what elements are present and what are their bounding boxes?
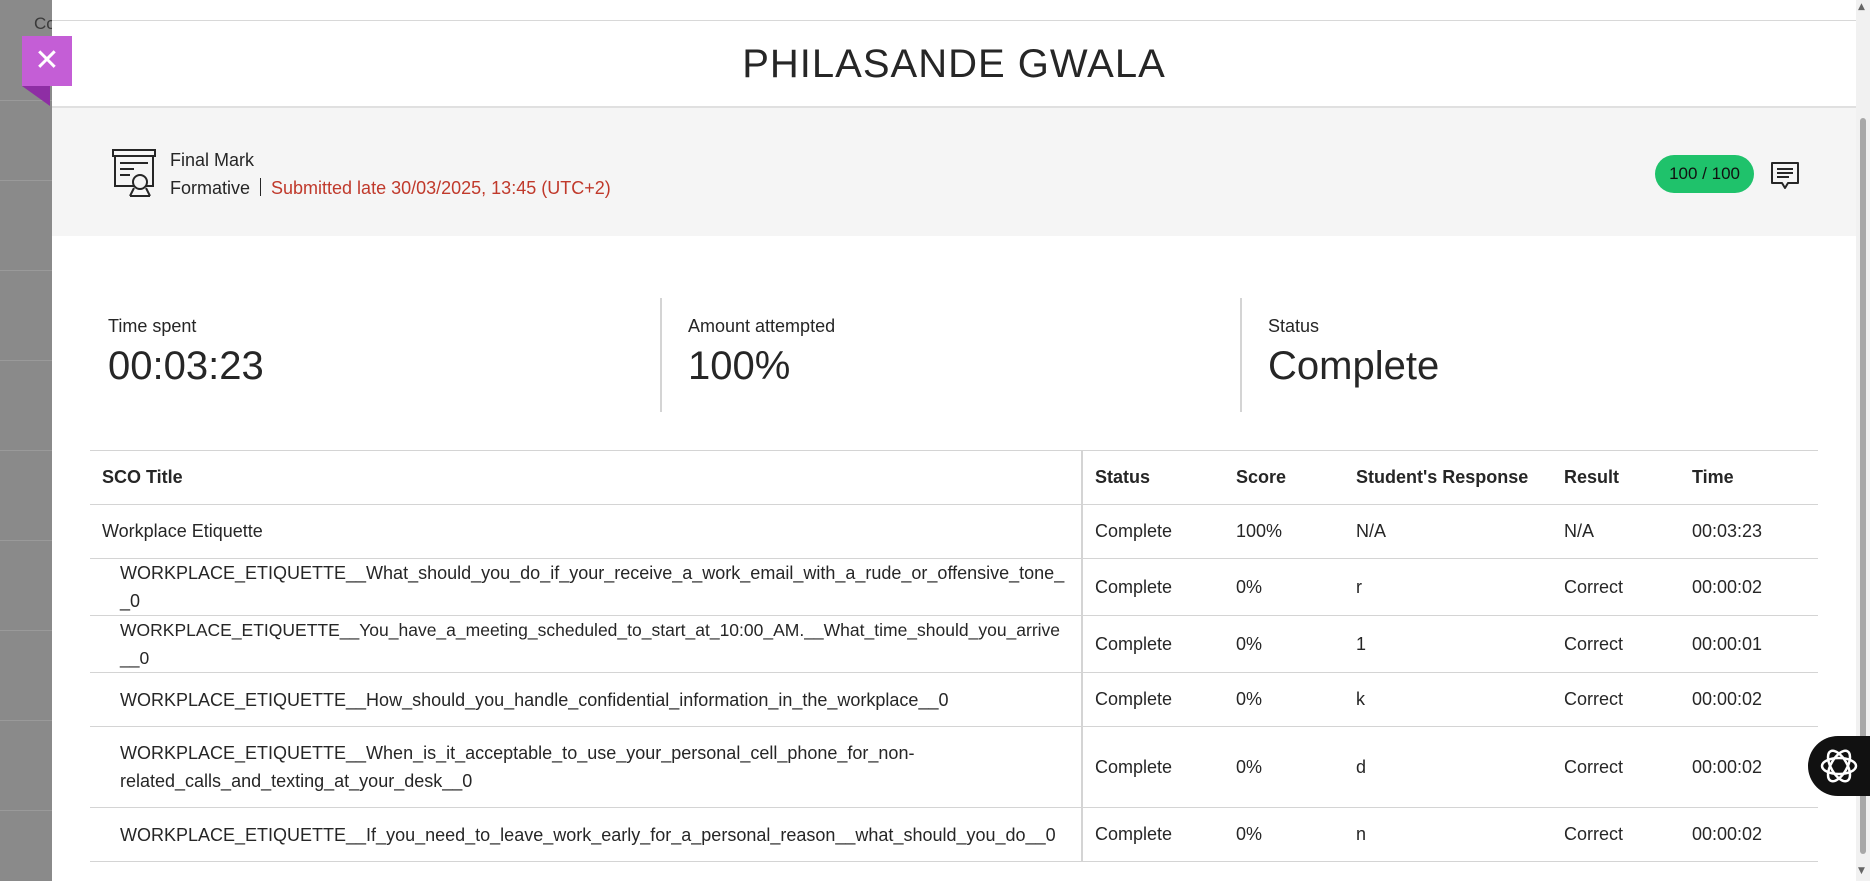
late-submission-text: Submitted late 30/03/2025, 13:45 (UTC+2) [271,178,611,198]
close-button-tail [22,86,50,106]
sco-results-table: SCO Title Status Score Student's Respons… [90,450,1818,862]
table-row: WORKPLACE_ETIQUETTE__You_have_a_meeting_… [90,615,1818,673]
time-cell: 00:00:02 [1680,558,1818,616]
score-pill[interactable]: 100 / 100 [1655,155,1754,193]
score-cell: 0% [1224,558,1344,616]
table-row: Workplace Etiquette Complete 100% N/A N/… [90,504,1818,559]
result-cell: Correct [1552,672,1680,727]
results-table: SCO Title Status Score Student's Respons… [90,450,1818,862]
close-button[interactable]: ✕ [22,36,72,86]
amount-attempted-value: 100% [688,344,791,388]
sco-title-cell: WORKPLACE_ETIQUETTE__How_should_you_hand… [90,672,1083,727]
score-cell: 0% [1224,807,1344,862]
table-row: WORKPLACE_ETIQUETTE__If_you_need_to_leav… [90,807,1818,862]
sco-title-cell: WORKPLACE_ETIQUETTE__What_should_you_do_… [90,558,1083,616]
score-cell: 0% [1224,672,1344,727]
time-cell: 00:00:02 [1680,807,1818,862]
status-cell: Complete [1082,615,1224,673]
response-cell: n [1344,807,1552,862]
status-label: Status [1268,316,1320,336]
score-cell: 0% [1224,615,1344,673]
time-spent-value: 00:03:23 [108,344,264,388]
sco-title-cell: Workplace Etiquette [90,504,1083,559]
time-cell: 00:00:02 [1680,726,1818,808]
time-spent-label: Time spent [108,316,197,336]
scroll-up-arrow-icon[interactable]: ▲ [1858,2,1865,12]
table-row: WORKPLACE_ETIQUETTE__When_is_it_acceptab… [90,726,1818,808]
time-cell: 00:00:01 [1680,615,1818,673]
certificate-icon [112,149,156,197]
status-cell: Complete [1082,504,1224,559]
sco-title-cell: WORKPLACE_ETIQUETTE__When_is_it_acceptab… [90,726,1083,808]
divider [0,360,52,361]
divider [0,450,52,451]
divider [660,298,662,412]
grade-meta: Formative Submitted late 30/03/2025, 13:4… [170,178,611,199]
grade-summary-bar: Final Mark Formative Submitted late 30/03… [52,108,1856,236]
divider [1240,298,1242,412]
background-page: Co [0,0,60,881]
divider [0,630,52,631]
result-cell: N/A [1552,504,1680,559]
response-cell: 1 [1344,615,1552,673]
scroll-down-arrow-icon[interactable]: ▼ [1858,866,1865,876]
student-name-title: PHILASANDE GWALA [52,20,1856,108]
result-cell: Correct [1552,615,1680,673]
result-cell: Correct [1552,726,1680,808]
status-cell: Complete [1082,558,1224,616]
table-row: WORKPLACE_ETIQUETTE__What_should_you_do_… [90,558,1818,616]
column-header-sco-title[interactable]: SCO Title [90,450,1083,505]
response-cell: k [1344,672,1552,727]
response-cell: d [1344,726,1552,808]
separator [260,178,262,196]
sco-title-cell: WORKPLACE_ETIQUETTE__You_have_a_meeting_… [90,615,1083,673]
ai-assistant-button[interactable] [1808,736,1870,796]
ai-assistant-icon [1820,749,1858,783]
divider [0,540,52,541]
sco-title-cell: WORKPLACE_ETIQUETTE__If_you_need_to_leav… [90,807,1083,862]
panel-top-edge [52,0,1856,21]
amount-attempted-label: Amount attempted [688,316,836,336]
divider [0,180,52,181]
table-header-row: SCO Title Status Score Student's Respons… [90,450,1818,505]
score-cell: 100% [1224,504,1344,559]
column-header-score[interactable]: Score [1224,450,1344,505]
grade-category: Formative [170,178,251,198]
response-cell: r [1344,558,1552,616]
time-cell: 00:00:02 [1680,672,1818,727]
table-row: WORKPLACE_ETIQUETTE__How_should_you_hand… [90,672,1818,727]
column-header-status[interactable]: Status [1082,450,1224,505]
result-cell: Correct [1552,807,1680,862]
status-cell: Complete [1082,726,1224,808]
response-cell: N/A [1344,504,1552,559]
divider [0,810,52,811]
sco-title-text: WORKPLACE_ETIQUETTE__When_is_it_acceptab… [120,743,915,791]
comment-icon[interactable] [1769,160,1801,192]
score-cell: 0% [1224,726,1344,808]
result-cell: Correct [1552,558,1680,616]
column-header-student-response[interactable]: Student's Response [1344,450,1552,505]
time-cell: 00:03:23 [1680,504,1818,559]
divider [0,720,52,721]
grading-panel: PHILASANDE GWALA Final Mark Formative Sub… [52,0,1856,881]
status-cell: Complete [1082,672,1224,727]
column-header-result[interactable]: Result [1552,450,1680,505]
status-value: Complete [1268,344,1440,388]
divider [0,270,52,271]
close-icon: ✕ [34,43,60,78]
attempt-stats: Time spent 00:03:23 Amount attempted 100… [52,298,1856,412]
status-cell: Complete [1082,807,1224,862]
grade-item-name: Final Mark [170,150,255,170]
column-header-time[interactable]: Time [1680,450,1818,505]
